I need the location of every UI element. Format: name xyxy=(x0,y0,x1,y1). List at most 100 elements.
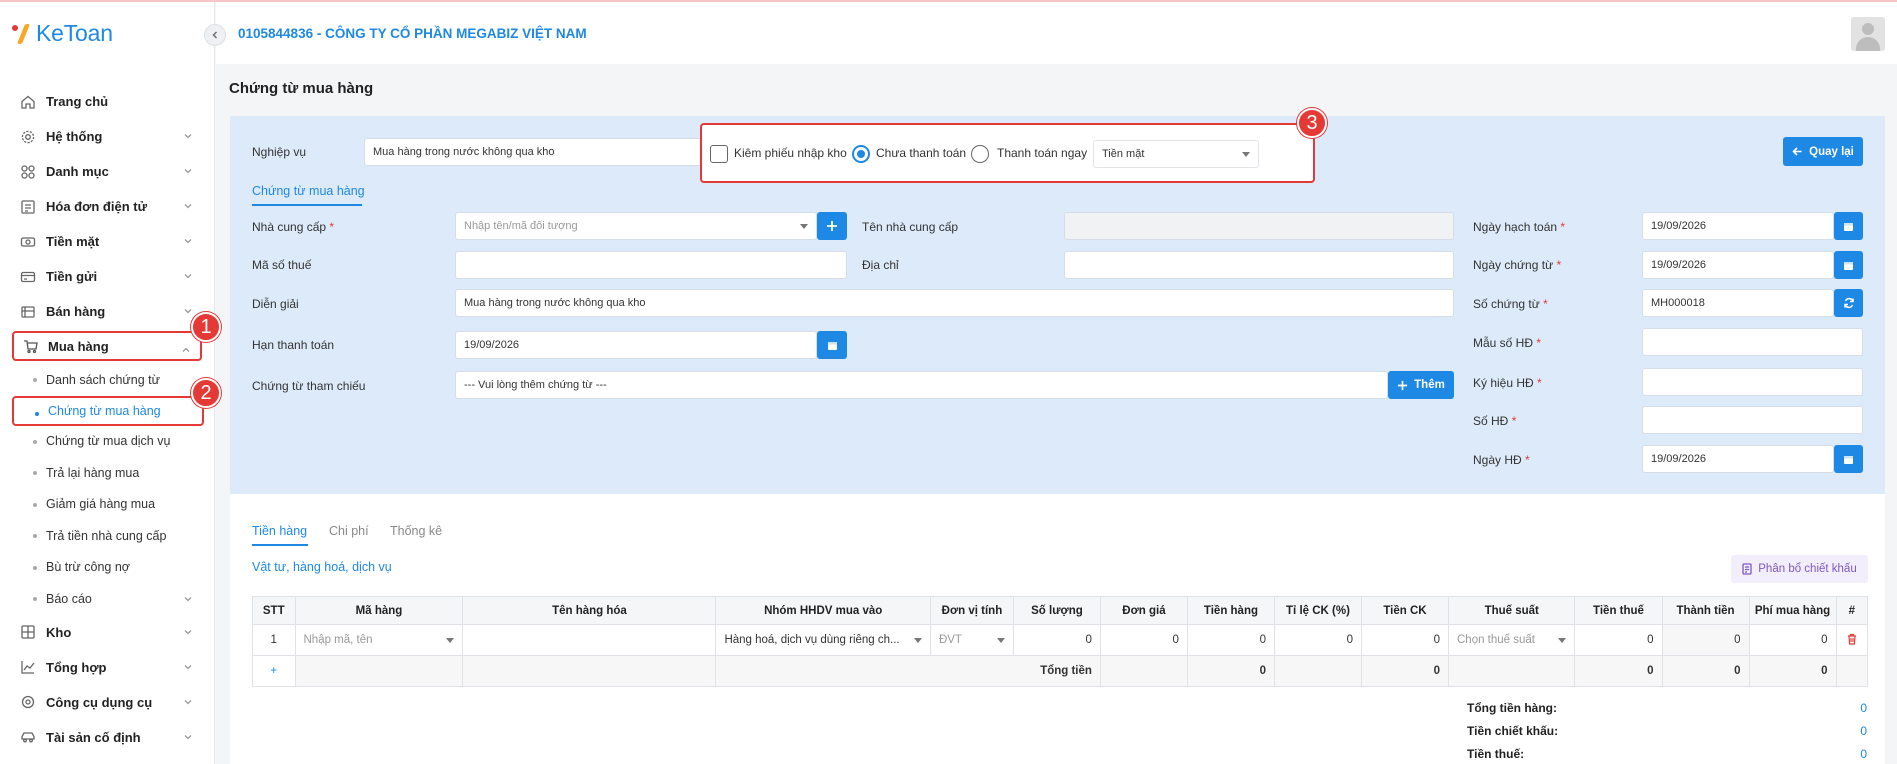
refresh-number-button[interactable] xyxy=(1834,289,1863,317)
calendar-button[interactable] xyxy=(1834,212,1863,240)
mau-so-hd-input[interactable] xyxy=(1642,328,1863,356)
tien-hang-input[interactable]: 0 xyxy=(1186,624,1275,656)
so-luong-input[interactable]: 0 xyxy=(1012,624,1101,656)
ma-hang-select[interactable]: Nhập mã, tên xyxy=(294,624,464,656)
column-header: Tên hàng hóa xyxy=(462,596,717,625)
sidebar-subitem[interactable]: Trả tiền nhà cung cấp xyxy=(12,520,202,552)
invoice-icon xyxy=(20,199,36,215)
chevron-down-icon xyxy=(184,239,192,244)
app-logo[interactable]: KeToan xyxy=(12,20,113,47)
sidebar-item-danh-muc[interactable]: Danh mục xyxy=(12,154,202,189)
sidebar-collapse-button[interactable] xyxy=(204,24,226,46)
ti-le-ck-input[interactable]: 0 xyxy=(1273,624,1362,656)
logo-mark-icon xyxy=(12,22,32,46)
calendar-button[interactable] xyxy=(1834,445,1863,473)
kiem-phieu-checkbox[interactable] xyxy=(710,145,728,163)
tab-chung-tu-mua-hang[interactable]: Chứng từ mua hàng xyxy=(252,184,365,198)
tab-tien-hang[interactable]: Tiền hàng xyxy=(252,524,307,538)
thanh-toan-ngay-radio[interactable] xyxy=(971,145,989,163)
sidebar-subitem-bao-cao[interactable]: Báo cáo xyxy=(12,583,202,615)
footer-cell xyxy=(1273,655,1362,687)
ngay-chung-tu-input[interactable]: 19/09/2026 xyxy=(1642,251,1834,279)
nghiep-vu-select[interactable]: Mua hàng trong nước không qua kho xyxy=(364,138,704,166)
dropdown-caret-icon xyxy=(913,638,922,643)
back-button[interactable]: Quay lại xyxy=(1783,137,1863,166)
allocate-discount-label: Phân bổ chiết khấu xyxy=(1758,563,1857,575)
sidebar-subitem[interactable]: Danh sách chứng từ xyxy=(12,364,202,396)
so-chung-tu-input[interactable]: MH000018 xyxy=(1642,289,1834,317)
sidebar-subitem[interactable]: Trả lại hàng mua xyxy=(12,457,202,489)
tab-chi-phi[interactable]: Chi phí xyxy=(329,524,369,538)
footer-thanh-tien: 0 xyxy=(1661,655,1750,687)
callout-badge-2: 2 xyxy=(191,378,221,408)
chevron-up-icon xyxy=(182,347,190,352)
ngay-hd-input[interactable]: 19/09/2026 xyxy=(1642,445,1834,473)
refresh-icon xyxy=(1843,297,1854,309)
dien-giai-input[interactable]: Mua hàng trong nước không qua kho xyxy=(455,289,1454,317)
ct-tham-chieu-label: Chứng từ tham chiếu xyxy=(252,379,366,393)
chua-thanh-toan-radio[interactable] xyxy=(852,145,870,163)
han-tt-label: Hạn thanh toán xyxy=(252,338,335,352)
add-row-button[interactable]: + xyxy=(252,655,296,687)
dvt-select[interactable]: ĐVT xyxy=(929,624,1014,656)
calendar-button[interactable] xyxy=(1834,251,1863,279)
ngay-hach-toan-input[interactable]: 19/09/2026 xyxy=(1642,212,1834,240)
total-line: Tổng tiền hàng: 0 xyxy=(1467,701,1867,724)
nhom-hhdv-select[interactable]: Hàng hoá, dịch vụ dùng riêng ch... xyxy=(715,624,931,656)
add-ncc-button[interactable] xyxy=(817,212,847,240)
total-value: 0 xyxy=(1860,747,1867,761)
sidebar-item-label: Công cụ dụng cụ xyxy=(46,694,153,710)
payment-method-select[interactable]: Tiền mặt xyxy=(1093,140,1259,168)
calendar-button[interactable] xyxy=(817,331,847,359)
delete-row-button[interactable] xyxy=(1835,624,1869,656)
sidebar-subitem[interactable]: Giảm giá hàng mua xyxy=(12,489,202,521)
sidebar-subitem-current[interactable]: Chứng từ mua hàng xyxy=(12,395,204,426)
ct-tham-chieu-input[interactable]: --- Vui lòng thêm chứng từ --- xyxy=(455,371,1388,399)
sidebar-item-he-thong[interactable]: Hệ thống xyxy=(12,119,202,154)
han-tt-input[interactable]: 19/09/2026 xyxy=(455,331,817,359)
phi-mua-hang-input[interactable]: 0 xyxy=(1748,624,1837,656)
ky-hieu-hd-input[interactable] xyxy=(1642,368,1863,396)
sidebar-item-kho[interactable]: Kho xyxy=(12,615,202,650)
sidebar-item-cong-cu[interactable]: Công cụ dụng cụ xyxy=(12,685,202,720)
so-hd-input[interactable] xyxy=(1642,406,1863,434)
home-icon xyxy=(20,94,36,110)
avatar[interactable] xyxy=(1851,17,1885,51)
don-gia-input[interactable]: 0 xyxy=(1099,624,1188,656)
sidebar-item-mua-hang[interactable]: Mua hàng xyxy=(12,331,202,361)
ncc-select[interactable]: Nhập tên/mã đối tượng xyxy=(455,212,817,240)
sidebar-subitem[interactable]: Bù trừ công nợ xyxy=(12,552,202,584)
ten-hang-input[interactable] xyxy=(462,624,717,656)
ncc-label: Nhà cung cấp * xyxy=(252,220,334,234)
ncc-placeholder: Nhập tên/mã đối tượng xyxy=(464,220,578,232)
chevron-down-icon xyxy=(184,629,192,634)
sidebar-item-ban-hang[interactable]: Bán hàng xyxy=(12,294,202,329)
allocate-discount-button[interactable]: Phân bổ chiết khấu xyxy=(1731,555,1868,583)
footer-cell xyxy=(1447,655,1576,687)
chevron-down-icon xyxy=(184,597,192,602)
sidebar-item-hoa-don[interactable]: Hóa đơn điện tử xyxy=(12,189,202,224)
required-mark: * xyxy=(1560,220,1566,234)
thue-suat-select[interactable]: Chọn thuế suất xyxy=(1447,624,1576,656)
sidebar-item-tien-gui[interactable]: Tiền gửi xyxy=(12,259,202,294)
dia-chi-input[interactable] xyxy=(1064,251,1454,279)
required-mark: * xyxy=(1511,414,1517,428)
dien-giai-label: Diễn giải xyxy=(252,297,299,311)
ngay-chung-tu-value: 19/09/2026 xyxy=(1651,259,1707,271)
sidebar-item-tien-mat[interactable]: Tiền mặt xyxy=(12,224,202,259)
sidebar-item-label: Tiền gửi xyxy=(46,269,98,284)
tab-thong-ke[interactable]: Thống kê xyxy=(390,524,442,538)
sidebar-item-trang-chu[interactable]: Trang chủ xyxy=(12,84,202,119)
ten-ncc-field[interactable] xyxy=(1064,212,1454,240)
sidebar-item-tong-hop[interactable]: Tổng hợp xyxy=(12,650,202,685)
tien-thue-input[interactable]: 0 xyxy=(1574,624,1663,656)
sidebar-item-label: Tài sản cố định xyxy=(46,729,141,745)
ma-hang-placeholder: Nhập mã, tên xyxy=(303,634,373,646)
mau-so-hd-label-text: Mẫu số HĐ xyxy=(1473,336,1534,350)
sidebar-subitem[interactable]: Chứng từ mua dịch vụ xyxy=(12,426,202,458)
sidebar-item-tai-san[interactable]: Tài sản cố định xyxy=(12,720,202,755)
tien-ck-input[interactable]: 0 xyxy=(1360,624,1450,656)
mst-input[interactable] xyxy=(455,251,847,279)
them-button[interactable]: Thêm xyxy=(1388,371,1454,399)
company-name[interactable]: 0105844836 - CÔNG TY CỔ PHẦN MEGABIZ VIỆ… xyxy=(238,26,587,41)
